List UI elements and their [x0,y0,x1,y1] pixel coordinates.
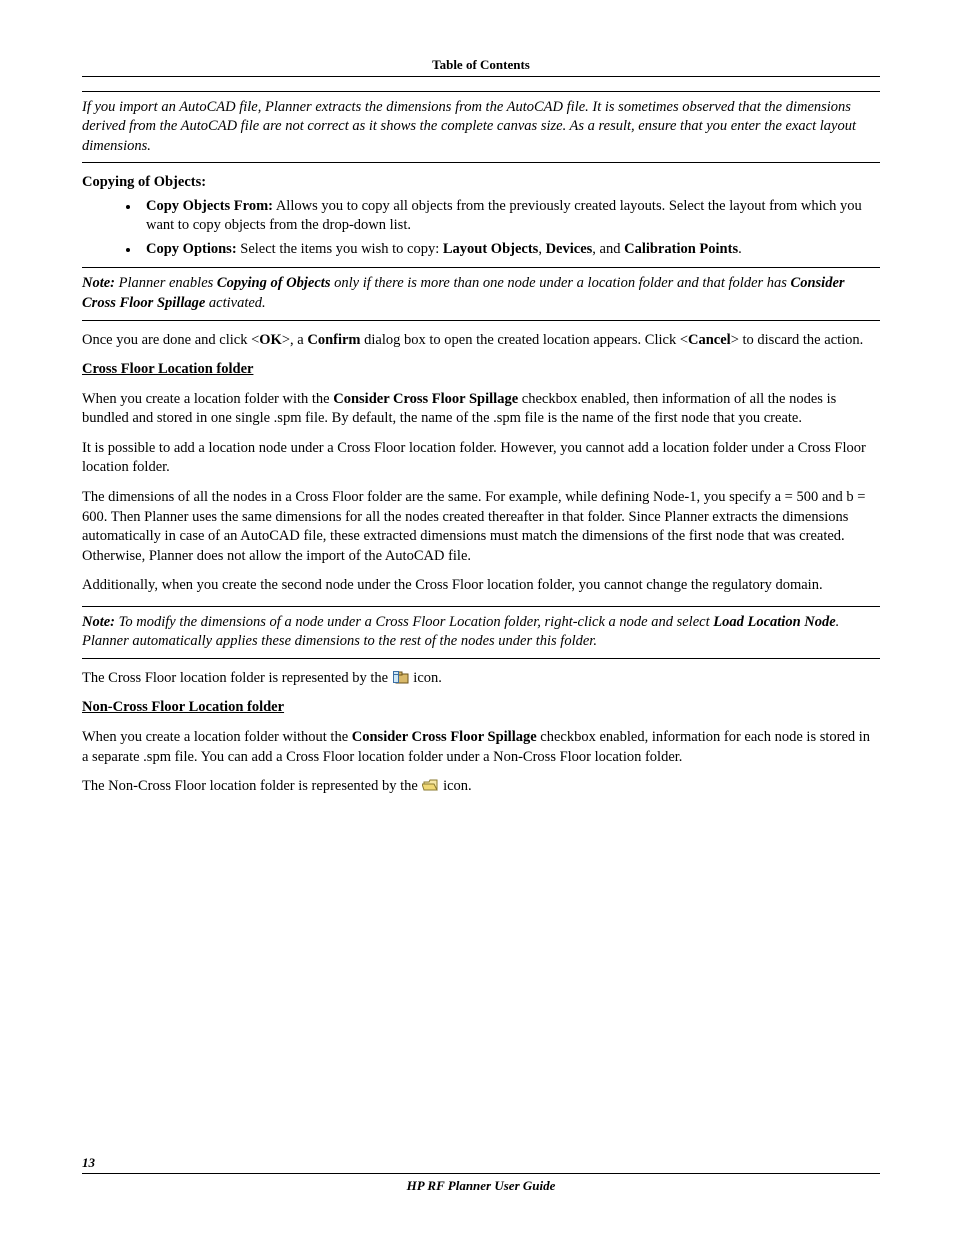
text: Once you are done and click < [82,332,259,348]
text: The Non-Cross Floor location folder is r… [82,778,421,794]
text: Planner enables [115,275,217,291]
note-lead: Note: [82,614,115,630]
text: The Cross Floor location folder is repre… [82,670,392,686]
note-autocad-dimensions: If you import an AutoCAD file, Planner e… [82,91,880,164]
paragraph-non-cross-floor-icon: The Non-Cross Floor location folder is r… [82,777,880,797]
text: When you create a location folder withou… [82,729,352,745]
paragraph: When you create a location folder with t… [82,390,880,429]
paragraph: The dimensions of all the nodes in a Cro… [82,488,880,566]
heading-cross-floor: Cross Floor Location folder [82,361,253,377]
text: Select the items you wish to copy: [237,241,443,257]
menu-ref-load-location-node: Load Location Node [713,614,835,630]
text: When you create a location folder with t… [82,391,333,407]
text: activated. [205,295,265,311]
running-header: Table of Contents [82,56,880,77]
term-consider-cross-floor: Consider Cross Floor Spillage [352,729,537,745]
term-layout-objects: Layout Objects [443,241,538,257]
text: > to discard the action. [731,332,864,348]
cross-floor-folder-icon [393,670,409,684]
copying-list: Copy Objects From: Allows you to copy al… [82,197,880,260]
note-text: If you import an AutoCAD file, Planner e… [82,99,856,154]
document-title: HP RF Planner User Guide [82,1174,880,1195]
label-copy-options: Copy Options: [146,241,237,257]
term-consider-cross-floor: Consider Cross Floor Spillage [333,391,518,407]
text: dialog box to open the created location … [361,332,688,348]
text: , [538,241,545,257]
note-copying-condition: Note: Planner enables Copying of Objects… [82,267,880,320]
list-item: Copy Options: Select the items you wish … [140,240,880,260]
paragraph: It is possible to add a location node un… [82,439,880,478]
button-ref-ok: OK [259,332,282,348]
heading-non-cross-floor: Non-Cross Floor Location folder [82,699,284,715]
note-modify-dimensions: Note: To modify the dimensions of a node… [82,606,880,659]
paragraph-cross-floor-icon: The Cross Floor location folder is repre… [82,669,880,689]
label-copy-from: Copy Objects From: [146,198,273,214]
non-cross-floor-folder-icon [422,778,438,792]
dialog-ref-confirm: Confirm [307,332,360,348]
note-lead: Note: [82,275,115,291]
text: , and [592,241,624,257]
text: icon. [439,778,471,794]
list-item: Copy Objects From: Allows you to copy al… [140,197,880,236]
paragraph: Additionally, when you create the second… [82,576,880,596]
term-devices: Devices [546,241,593,257]
text: To modify the dimensions of a node under… [115,614,713,630]
text: only if there is more than one node unde… [330,275,790,291]
text: >, a [282,332,308,348]
text: . [738,241,742,257]
page-footer: 13 HP RF Planner User Guide [82,1154,880,1195]
paragraph-confirm-dialog: Once you are done and click <OK>, a Conf… [82,331,880,351]
page-number: 13 [82,1154,880,1175]
term-calibration-points: Calibration Points [624,241,738,257]
button-ref-cancel: Cancel [688,332,731,348]
heading-copying-objects: Copying of Objects: [82,173,880,193]
text: icon. [410,670,442,686]
paragraph: When you create a location folder withou… [82,728,880,767]
term-copying-of-objects: Copying of Objects [217,275,331,291]
